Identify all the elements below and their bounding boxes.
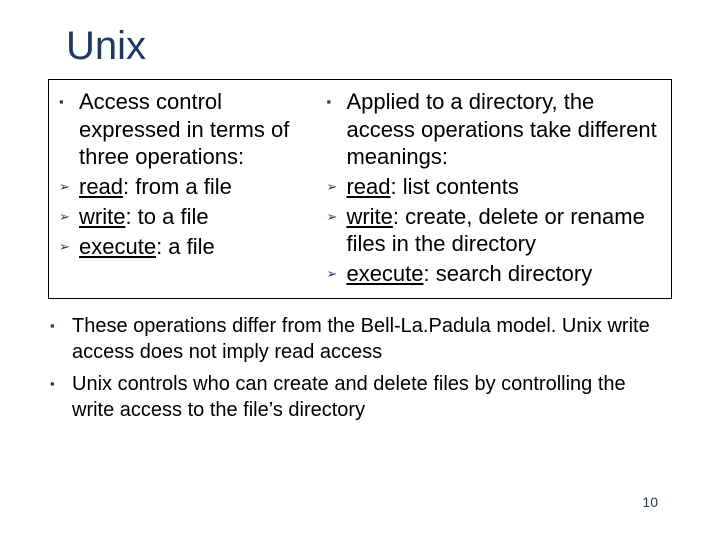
comparison-box: Access control expressed in terms of thr… <box>48 79 672 299</box>
text: execute: a file <box>79 233 306 261</box>
slide-title: Unix <box>66 24 672 69</box>
bullet-note-bell: These operations differ from the Bell-La… <box>50 313 670 365</box>
text: Unix controls who can create and delete … <box>72 371 670 423</box>
text: Access control expressed in terms of thr… <box>79 88 306 171</box>
arrow-bullet-icon <box>326 173 346 201</box>
bullet-read-file: read: from a file <box>59 173 306 201</box>
square-bullet-icon <box>50 313 72 365</box>
column-dir-ops: Applied to a directory, the access opera… <box>316 80 671 298</box>
column-file-ops: Access control expressed in terms of thr… <box>49 80 316 298</box>
lower-notes: These operations differ from the Bell-La… <box>48 313 672 423</box>
arrow-bullet-icon <box>326 203 346 258</box>
text: write: to a file <box>79 203 306 231</box>
bullet-head-left: Access control expressed in terms of thr… <box>59 88 306 171</box>
square-bullet-icon <box>59 88 79 171</box>
square-bullet-icon <box>50 371 72 423</box>
text: write: create, delete or rename files in… <box>346 203 661 258</box>
bullet-head-right: Applied to a directory, the access opera… <box>326 88 661 171</box>
arrow-bullet-icon <box>326 260 346 288</box>
text: These operations differ from the Bell-La… <box>72 313 670 365</box>
arrow-bullet-icon <box>59 203 79 231</box>
bullet-note-create-delete: Unix controls who can create and delete … <box>50 371 670 423</box>
text: Applied to a directory, the access opera… <box>346 88 661 171</box>
text: read: from a file <box>79 173 306 201</box>
bullet-write-dir: write: create, delete or rename files in… <box>326 203 661 258</box>
square-bullet-icon <box>326 88 346 171</box>
arrow-bullet-icon <box>59 233 79 261</box>
bullet-read-dir: read: list contents <box>326 173 661 201</box>
text: execute: search directory <box>346 260 661 288</box>
bullet-execute-file: execute: a file <box>59 233 306 261</box>
arrow-bullet-icon <box>59 173 79 201</box>
text: read: list contents <box>346 173 661 201</box>
page-number: 10 <box>642 494 658 510</box>
bullet-write-file: write: to a file <box>59 203 306 231</box>
slide: Unix Access control expressed in terms o… <box>0 0 720 540</box>
bullet-execute-dir: execute: search directory <box>326 260 661 288</box>
